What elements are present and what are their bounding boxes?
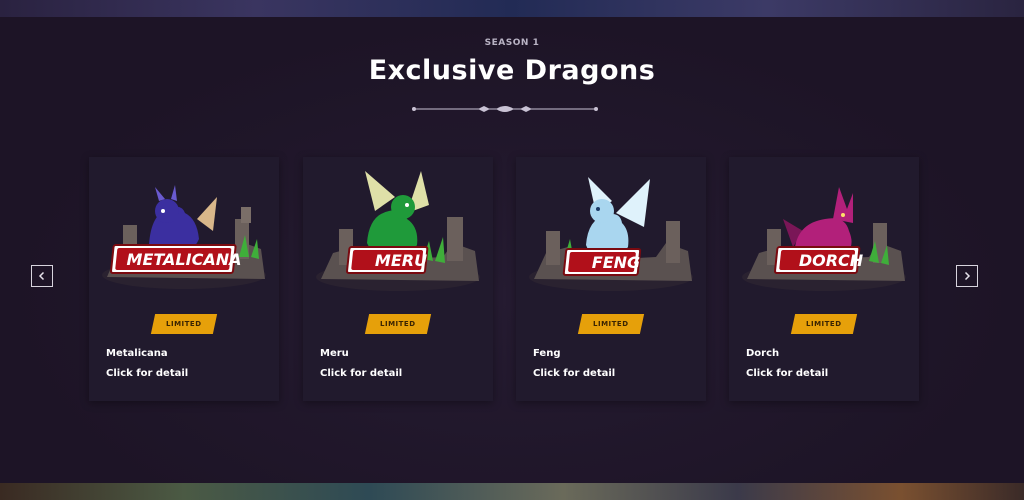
dragon-name: Feng bbox=[533, 348, 561, 359]
background-image-strip-top bbox=[0, 0, 1024, 17]
limited-badge: LIMITED bbox=[364, 314, 432, 334]
dragon-artwork: FENG bbox=[529, 177, 693, 291]
click-for-detail-link[interactable]: Click for detail bbox=[320, 368, 402, 379]
dragon-name-art-label: FENG bbox=[592, 253, 640, 272]
click-for-detail-link[interactable]: Click for detail bbox=[106, 368, 188, 379]
carousel-next-button[interactable] bbox=[956, 265, 978, 287]
dragon-artwork: METALICANA bbox=[102, 185, 266, 289]
exclusive-dragons-section: SEASON 1 Exclusive Dragons METALICANA LI… bbox=[0, 17, 1024, 483]
dragon-name-art-label: METALICANA bbox=[127, 250, 242, 269]
background-image-strip-bottom bbox=[0, 483, 1024, 500]
chevron-left-icon bbox=[38, 271, 45, 281]
limited-badge: LIMITED bbox=[577, 314, 645, 334]
limited-badge: LIMITED bbox=[150, 314, 218, 334]
click-for-detail-link[interactable]: Click for detail bbox=[533, 368, 615, 379]
dragon-artwork: MERU bbox=[316, 171, 480, 291]
chevron-right-icon bbox=[964, 271, 971, 281]
carousel-prev-button[interactable] bbox=[31, 265, 53, 287]
dragon-name-art-label: MERU bbox=[375, 251, 427, 270]
dragon-name: Meru bbox=[320, 348, 349, 359]
limited-badge: LIMITED bbox=[790, 314, 858, 334]
dragon-card[interactable]: DORCH LIMITED Dorch Click for detail bbox=[729, 157, 919, 401]
dragon-name: Metalicana bbox=[106, 348, 168, 359]
section-title: Exclusive Dragons bbox=[368, 55, 656, 86]
ornament-divider bbox=[412, 106, 598, 112]
dragon-name: Dorch bbox=[746, 348, 780, 359]
season-label: SEASON 1 bbox=[484, 38, 540, 48]
dragon-card[interactable]: MERU LIMITED Meru Click for detail bbox=[303, 157, 493, 401]
dragon-card[interactable]: METALICANA LIMITED Metalicana Click for … bbox=[89, 157, 279, 401]
click-for-detail-link[interactable]: Click for detail bbox=[746, 368, 828, 379]
dragon-name-art-label: DORCH bbox=[799, 251, 864, 270]
page: SEASON 1 Exclusive Dragons METALICANA LI… bbox=[0, 0, 1024, 500]
dragon-card[interactable]: FENG LIMITED Feng Click for detail bbox=[516, 157, 706, 401]
dragon-artwork: DORCH bbox=[742, 187, 906, 291]
